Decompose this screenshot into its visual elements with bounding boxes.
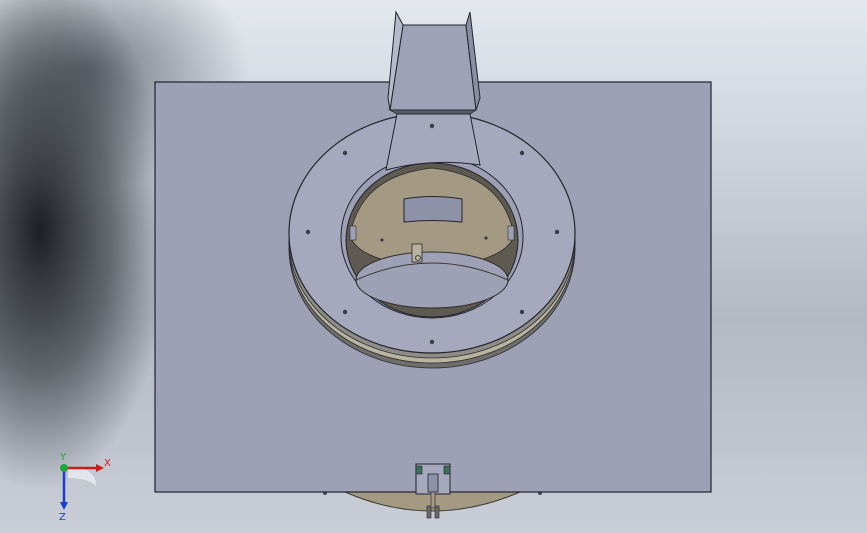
inner-lug-left [349,225,357,241]
latch-pin-left [426,505,432,519]
x-axis-arrow [96,464,104,472]
chute-throat [385,113,481,171]
bolt-hole [305,229,311,235]
y-axis-label: Y [59,452,67,463]
bolt-hole [429,339,435,345]
z-axis-label: Z [59,512,66,522]
bolt-hole [519,309,525,315]
latch-tab-left [415,465,423,475]
y-axis-dot [60,464,68,472]
z-axis-arrow [60,502,68,510]
chute-lip [388,109,478,115]
bore-window-slot [403,196,463,223]
bolt-hole [342,309,348,315]
inner-lug-right [507,225,515,241]
bolt-hole [554,229,560,235]
bolt-hole [342,150,348,156]
triad-shadow [68,467,96,486]
latch-pin-right [434,505,440,519]
bolt-hole [429,123,435,129]
bore-floor-edge [355,251,509,309]
inner-hole-right [484,236,488,240]
latch-stem [430,491,436,509]
bolt-hole [519,150,525,156]
latch-tab-right [443,465,451,475]
cad-model[interactable] [0,0,867,533]
x-axis-label: X [104,458,111,469]
orientation-triad: X Y Z [59,452,111,522]
chute-back-wall [389,24,477,111]
inner-hole-left [380,238,384,242]
3d-model-viewport[interactable]: X Y Z [0,0,867,533]
latch-slot [427,473,439,493]
